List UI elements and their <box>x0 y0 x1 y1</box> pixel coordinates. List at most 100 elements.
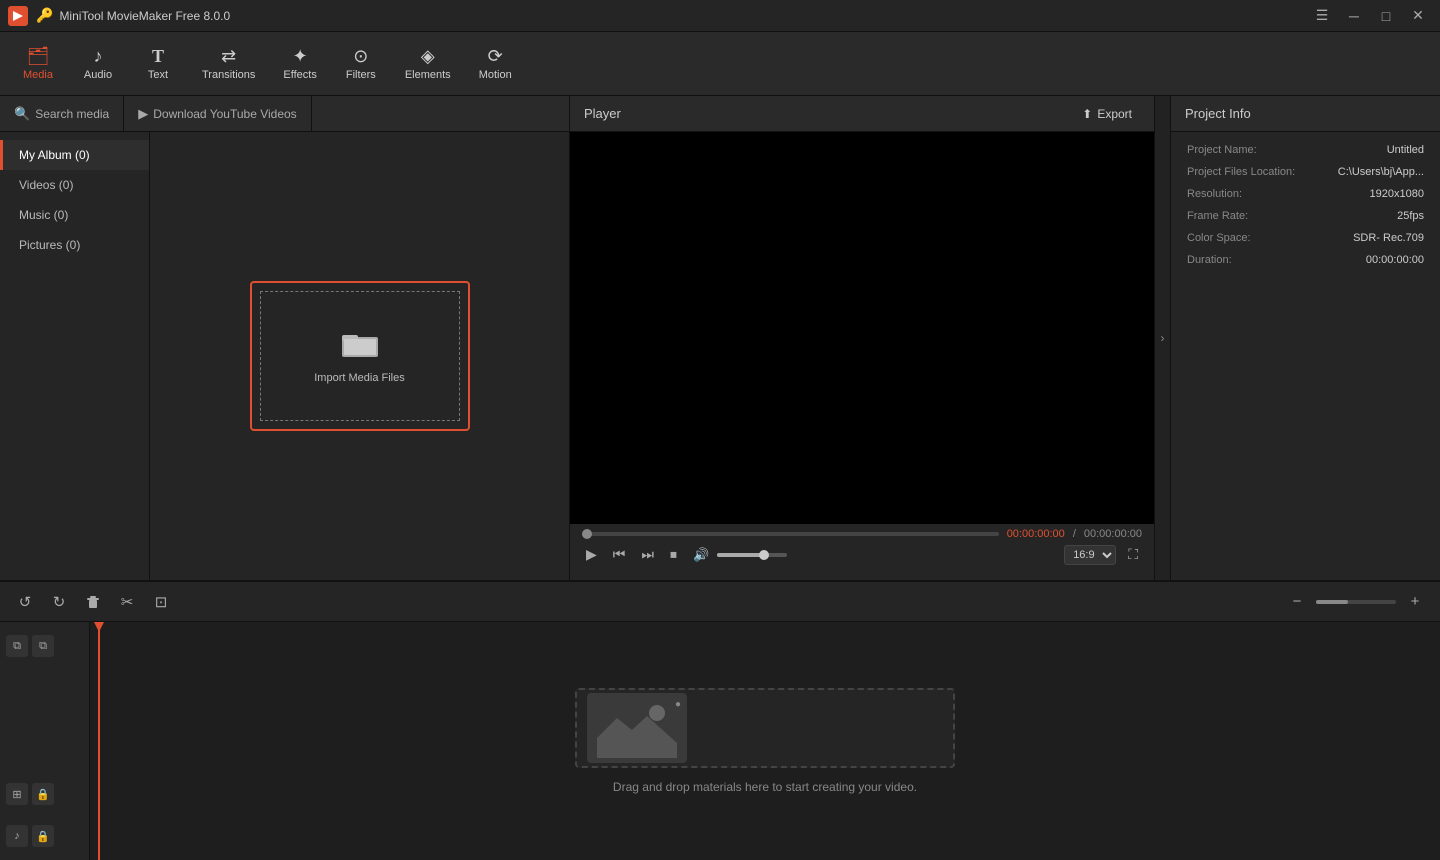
audio-note-button[interactable]: ♪ <box>6 825 28 847</box>
time-separator: / <box>1073 528 1076 540</box>
copy-track-button[interactable]: ⧉ <box>6 635 28 657</box>
volume-control[interactable]: 🔊 <box>689 545 787 565</box>
info-row-location: Project Files Location: C:\Users\bj\App.… <box>1187 166 1424 178</box>
transitions-icon: ⇄ <box>221 47 236 65</box>
info-label-location: Project Files Location: <box>1187 166 1295 178</box>
drop-placeholder[interactable] <box>575 688 955 768</box>
zoom-in-button[interactable]: + <box>1400 587 1430 617</box>
paste-track-button[interactable]: ⧉ <box>32 635 54 657</box>
progress-bar[interactable]: 00:00:00:00 / 00:00:00:00 <box>582 528 1142 540</box>
motion-label: Motion <box>479 69 512 81</box>
project-info-panel: Project Info Project Name: Untitled Proj… <box>1170 96 1440 580</box>
search-media-label: Search media <box>35 107 109 121</box>
drop-image-icon <box>587 693 687 763</box>
panel-collapse-button[interactable]: › <box>1154 96 1170 580</box>
progress-track[interactable] <box>582 532 999 536</box>
control-buttons: ▶ ⏮ ⏭ ⏹ 🔊 16:9 4:3 <box>582 544 1142 565</box>
titlebar: 🔑 MiniTool MovieMaker Free 8.0.0 ☰ ─ □ ✕ <box>0 0 1440 32</box>
video-track-control: ⧉ ⧉ <box>6 626 83 666</box>
timeline-body: ⧉ ⧉ ⊞ 🔒 ♪ 🔒 <box>0 622 1440 860</box>
volume-track[interactable] <box>717 553 787 557</box>
import-media-box[interactable]: Import Media Files <box>250 281 470 431</box>
audio-lock-button[interactable]: 🔒 <box>32 825 54 847</box>
media-area: Import Media Files <box>150 132 569 580</box>
youtube-icon: ▶ <box>138 106 148 122</box>
toolbar-item-media[interactable]: 🗂 Media <box>8 41 68 87</box>
sidebar-item-pictures[interactable]: Pictures (0) <box>0 230 149 260</box>
chevron-left-icon: › <box>1161 331 1165 345</box>
subtitle-lock-button[interactable]: 🔒 <box>32 783 54 805</box>
toolbar-item-filters[interactable]: ⊙ Filters <box>331 41 391 87</box>
info-value-duration: 00:00:00:00 <box>1366 254 1424 266</box>
toolbar-item-text[interactable]: T Text <box>128 41 188 87</box>
search-media-button[interactable]: 🔍 Search media <box>0 96 124 131</box>
toolbar-item-elements[interactable]: ◈ Elements <box>391 41 465 87</box>
media-content: My Album (0) Videos (0) Music (0) Pictur… <box>0 132 569 580</box>
info-row-duration: Duration: 00:00:00:00 <box>1187 254 1424 266</box>
info-value-resolution: 1920x1080 <box>1370 188 1424 200</box>
cut-button[interactable]: ✂ <box>112 587 142 617</box>
media-label: Media <box>23 69 53 81</box>
info-value-name: Untitled <box>1387 144 1424 156</box>
download-youtube-button[interactable]: ▶ Download YouTube Videos <box>124 96 311 131</box>
delete-button[interactable] <box>78 587 108 617</box>
toolbar-item-transitions[interactable]: ⇄ Transitions <box>188 41 269 87</box>
redo-button[interactable]: ↻ <box>44 587 74 617</box>
app-logo <box>8 6 28 26</box>
search-icon: 🔍 <box>14 106 30 122</box>
project-info-header: Project Info <box>1171 96 1440 132</box>
info-row-resolution: Resolution: 1920x1080 <box>1187 188 1424 200</box>
info-value-framerate: 25fps <box>1397 210 1424 222</box>
project-info-body: Project Name: Untitled Project Files Loc… <box>1171 132 1440 278</box>
toolbar-item-audio[interactable]: ♪ Audio <box>68 41 128 87</box>
sidebar-item-videos[interactable]: Videos (0) <box>0 170 149 200</box>
info-label-resolution: Resolution: <box>1187 188 1242 200</box>
toolbar: 🗂 Media ♪ Audio T Text ⇄ Transitions ✦ E… <box>0 32 1440 96</box>
time-total: 00:00:00:00 <box>1084 528 1142 540</box>
export-button[interactable]: ⬆ Export <box>1074 103 1140 125</box>
filters-label: Filters <box>346 69 376 81</box>
effects-icon: ✦ <box>293 47 308 65</box>
close-button[interactable]: ✕ <box>1404 2 1432 30</box>
volume-icon: 🔊 <box>689 545 713 565</box>
media-icon: 🗂 <box>27 47 50 65</box>
timeline-section: ↺ ↻ ✂ ⊡ − + ⧉ ⧉ ⊞ <box>0 580 1440 860</box>
timeline-main[interactable]: Drag and drop materials here to start cr… <box>90 622 1440 860</box>
media-panel: 🔍 Search media ▶ Download YouTube Videos… <box>0 96 570 580</box>
info-label-colorspace: Color Space: <box>1187 232 1251 244</box>
media-sidebar: My Album (0) Videos (0) Music (0) Pictur… <box>0 132 150 580</box>
fullscreen-button[interactable]: ⛶ <box>1124 544 1142 565</box>
undo-button[interactable]: ↺ <box>10 587 40 617</box>
maximize-button[interactable]: □ <box>1372 2 1400 30</box>
stop-button[interactable]: ⏹ <box>666 544 681 565</box>
skip-forward-button[interactable]: ⏭ <box>637 544 658 565</box>
motion-icon: ⟳ <box>488 47 503 65</box>
hamburger-button[interactable]: ☰ <box>1308 2 1336 30</box>
key-icon: 🔑 <box>36 7 53 24</box>
zoom-track[interactable] <box>1316 600 1396 604</box>
toolbar-item-motion[interactable]: ⟳ Motion <box>465 41 526 87</box>
audio-label: Audio <box>84 69 112 81</box>
aspect-ratio-select[interactable]: 16:9 4:3 1:1 9:16 <box>1064 545 1116 565</box>
window-controls: ☰ ─ □ ✕ <box>1308 2 1432 30</box>
play-button[interactable]: ▶ <box>582 544 601 565</box>
subtitle-track-control: ⊞ 🔒 <box>6 774 83 814</box>
info-value-colorspace: SDR- Rec.709 <box>1353 232 1424 244</box>
subtitle-add-button[interactable]: ⊞ <box>6 783 28 805</box>
player-header: Player ⬆ Export <box>570 96 1154 132</box>
export-icon: ⬆ <box>1082 107 1092 121</box>
toolbar-item-effects[interactable]: ✦ Effects <box>269 41 330 87</box>
folder-icon <box>342 329 378 364</box>
main-content: 🔍 Search media ▶ Download YouTube Videos… <box>0 96 1440 580</box>
audio-icon: ♪ <box>94 47 103 65</box>
crop-button[interactable]: ⊡ <box>146 587 176 617</box>
minimize-button[interactable]: ─ <box>1340 2 1368 30</box>
skip-back-button[interactable]: ⏮ <box>609 544 630 565</box>
sidebar-item-my-album[interactable]: My Album (0) <box>0 140 149 170</box>
zoom-out-button[interactable]: − <box>1282 587 1312 617</box>
media-subnav: 🔍 Search media ▶ Download YouTube Videos <box>0 96 569 132</box>
info-label-name: Project Name: <box>1187 144 1257 156</box>
audio-track-control: ♪ 🔒 <box>6 816 83 856</box>
sidebar-item-music[interactable]: Music (0) <box>0 200 149 230</box>
player-project: Player ⬆ Export 00:00:00:00 / 00:00:00: <box>570 96 1440 580</box>
